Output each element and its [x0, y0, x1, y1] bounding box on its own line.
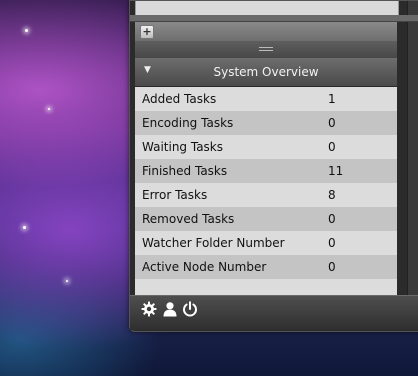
table-row: Error Tasks 8	[135, 183, 397, 207]
add-bar: +	[135, 22, 397, 41]
stat-label: Added Tasks	[142, 92, 217, 106]
stat-value: 1	[328, 92, 336, 106]
stat-value: 0	[328, 116, 336, 130]
power-icon[interactable]	[182, 301, 198, 317]
user-icon[interactable]	[162, 301, 178, 317]
section-title: System Overview	[213, 65, 319, 79]
desktop-star	[23, 226, 26, 229]
splitter-grip-line	[259, 47, 273, 48]
stat-label: Active Node Number	[142, 260, 267, 274]
stat-label: Waiting Tasks	[142, 140, 224, 154]
upper-panel	[135, 1, 399, 16]
table-row: Encoding Tasks 0	[135, 111, 397, 135]
system-overview-header[interactable]: ▼ System Overview	[135, 58, 397, 87]
stat-value: 0	[328, 212, 336, 226]
table-row: Waiting Tasks 0	[135, 135, 397, 159]
window-right-edge	[407, 1, 418, 297]
table-row: Removed Tasks 0	[135, 207, 397, 231]
panel-splitter[interactable]	[135, 41, 397, 58]
stat-value: 0	[328, 236, 336, 250]
stat-value: 0	[328, 140, 336, 154]
stat-value: 11	[328, 164, 344, 178]
stat-value: 8	[328, 188, 336, 202]
upper-panel-border	[130, 15, 418, 22]
splitter-grip-line	[259, 50, 273, 51]
stat-label: Error Tasks	[142, 188, 208, 202]
table-row: Watcher Folder Number 0	[135, 231, 397, 255]
app-window: + ▼ System Overview Added Tasks 1 Encodin…	[129, 0, 418, 332]
stat-label: Encoding Tasks	[142, 116, 234, 130]
add-button[interactable]: +	[140, 25, 154, 39]
table-row: Finished Tasks 11	[135, 159, 397, 183]
desktop-star	[25, 29, 28, 32]
gear-icon[interactable]	[141, 301, 157, 317]
stats-table: Added Tasks 1 Encoding Tasks 0 Waiting Tas…	[135, 87, 397, 279]
stat-value: 0	[328, 260, 336, 274]
table-row: Added Tasks 1	[135, 87, 397, 111]
bottom-toolbar	[130, 295, 418, 330]
stat-label: Watcher Folder Number	[142, 236, 285, 250]
stat-label: Finished Tasks	[142, 164, 228, 178]
desktop-star	[66, 280, 68, 282]
desktop-star	[48, 108, 50, 110]
table-row: Active Node Number 0	[135, 255, 397, 279]
stat-label: Removed Tasks	[142, 212, 235, 226]
table-empty-area	[135, 279, 397, 295]
